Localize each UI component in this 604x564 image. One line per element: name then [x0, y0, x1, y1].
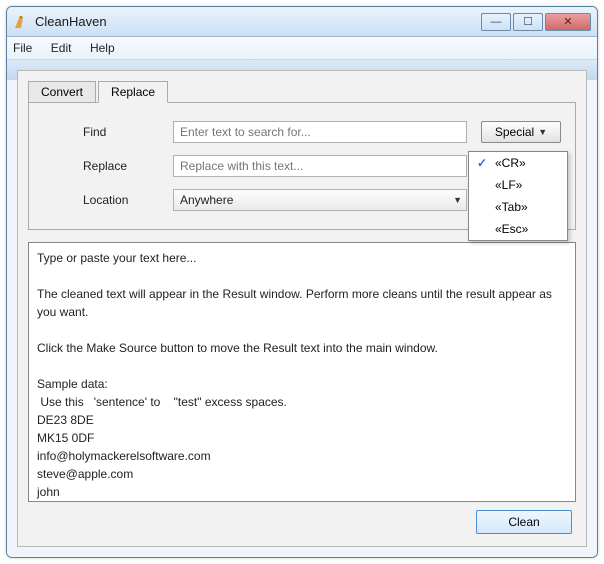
- maximize-button[interactable]: ☐: [513, 13, 543, 31]
- client-area: Convert Replace Find Special▼ Replace Sp…: [7, 60, 597, 557]
- tab-strip: Convert Replace: [28, 81, 576, 103]
- replace-label: Replace: [83, 159, 173, 173]
- tab-replace[interactable]: Replace: [98, 81, 168, 103]
- location-label: Location: [83, 193, 173, 207]
- menubar: File Edit Help: [7, 37, 597, 60]
- menu-edit[interactable]: Edit: [51, 41, 72, 55]
- source-textarea[interactable]: Type or paste your text here... The clea…: [28, 242, 576, 502]
- app-window: CleanHaven — ☐ ✕ File Edit Help Convert …: [6, 6, 598, 558]
- find-input[interactable]: [173, 121, 467, 143]
- dropdown-item-esc[interactable]: «Esc»: [469, 218, 567, 240]
- location-select[interactable]: Anywhere▼: [173, 189, 467, 211]
- close-button[interactable]: ✕: [545, 13, 591, 31]
- special-dropdown: «CR» «LF» «Tab» «Esc»: [468, 151, 568, 241]
- menu-file[interactable]: File: [13, 41, 32, 55]
- minimize-button[interactable]: —: [481, 13, 511, 31]
- find-label: Find: [83, 125, 173, 139]
- window-controls: — ☐ ✕: [481, 13, 591, 31]
- chevron-down-icon: ▼: [453, 195, 462, 205]
- clean-button[interactable]: Clean: [476, 510, 572, 534]
- window-title: CleanHaven: [35, 14, 481, 29]
- find-special-button[interactable]: Special▼: [481, 121, 561, 143]
- dropdown-item-tab[interactable]: «Tab»: [469, 196, 567, 218]
- app-icon: [13, 14, 29, 30]
- titlebar: CleanHaven — ☐ ✕: [7, 7, 597, 37]
- main-panel: Convert Replace Find Special▼ Replace Sp…: [17, 70, 587, 547]
- bottom-bar: Clean: [28, 502, 576, 536]
- menu-help[interactable]: Help: [90, 41, 115, 55]
- replace-input[interactable]: [173, 155, 467, 177]
- tab-convert[interactable]: Convert: [28, 81, 96, 103]
- dropdown-item-cr[interactable]: «CR»: [469, 152, 567, 174]
- chevron-down-icon: ▼: [538, 127, 547, 137]
- dropdown-item-lf[interactable]: «LF»: [469, 174, 567, 196]
